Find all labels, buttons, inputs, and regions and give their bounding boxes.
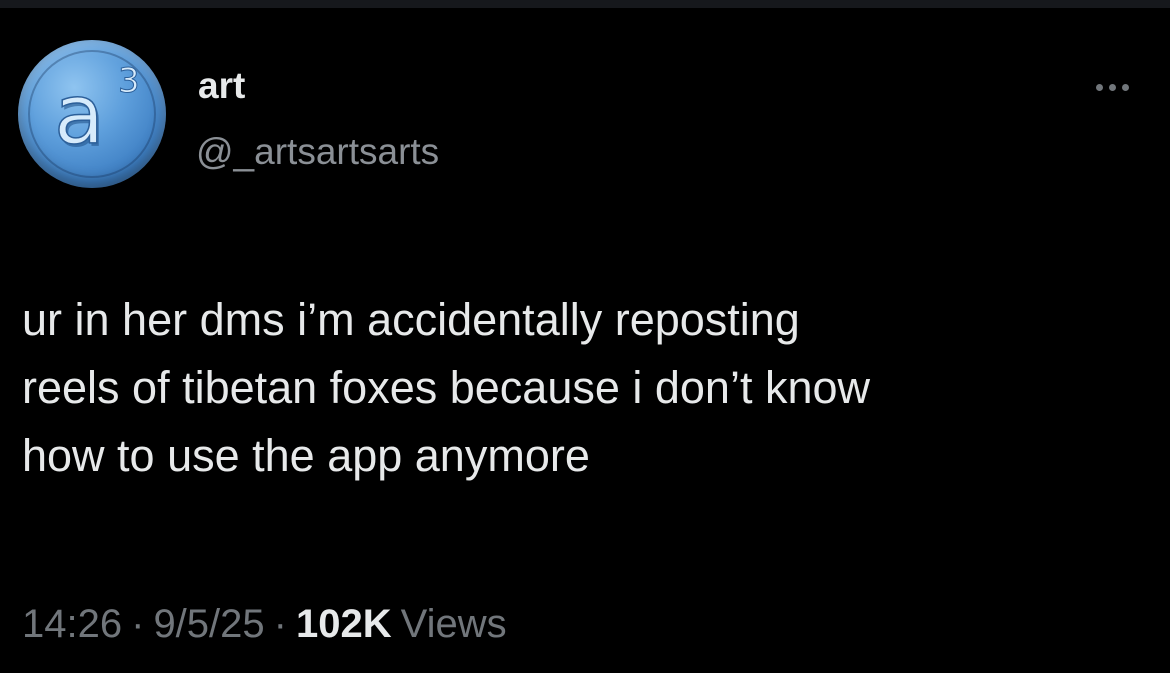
more-options-button[interactable] [1082,72,1142,102]
views-label: Views [400,602,507,646]
display-name[interactable]: art [198,64,245,108]
more-horizontal-icon-dot [1108,83,1116,91]
meta-separator: · [131,602,145,646]
avatar[interactable]: a a 3 [18,40,166,188]
user-handle[interactable]: @_artsartsarts [196,130,439,174]
more-horizontal-icon-dot [1121,83,1129,91]
post-time[interactable]: 14:26 [22,602,122,646]
top-strip [0,0,1170,8]
avatar-superscript: 3 [118,61,140,101]
avatar-logo-graphic: a a 3 [53,61,140,167]
views-count: 102K [295,602,392,646]
post-date[interactable]: 9/5/25 [153,602,264,646]
tweet-text: ur in her dms i’m accidentally reposting… [22,294,871,481]
post-metadata: 14:26 · 9/5/25 · 102K Views [22,598,507,650]
more-horizontal-icon [1095,83,1103,91]
tweet-card: a a 3 art @_artsartsarts ur in her dms i… [0,8,1170,673]
avatar-letter: a [54,68,104,163]
meta-separator: · [273,602,287,646]
